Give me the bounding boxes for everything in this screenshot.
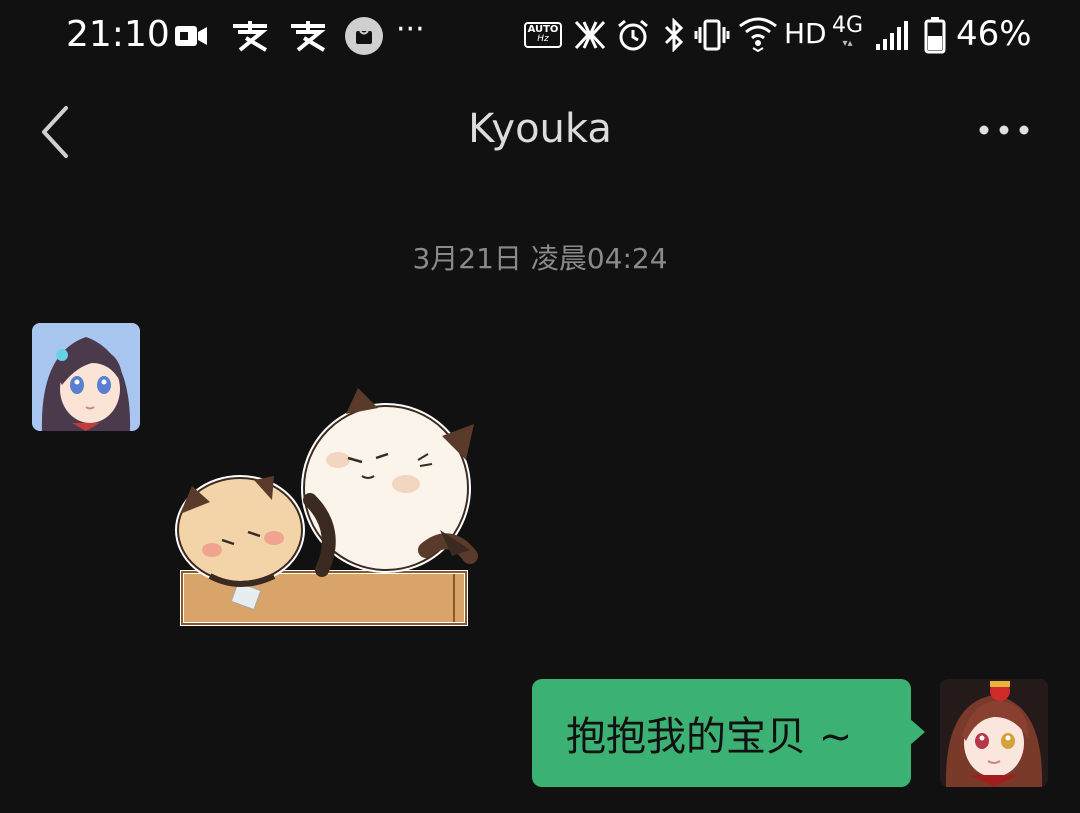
bluetooth-icon [664,18,684,52]
alipay-icon [291,21,326,52]
network-label: 4G [832,13,864,38]
video-record-icon [175,26,207,46]
x-boost-icon [574,20,606,50]
hd-label: HD [784,17,827,50]
status-bar: 21:10 ··· AUTO Hz HD 4G ▾▴ 46% [0,0,1080,76]
more-options-icon[interactable] [976,118,1032,142]
contact-avatar[interactable] [32,323,140,431]
chat-title: Kyouka [468,106,612,152]
more-notifications-icon: ··· [396,12,425,47]
data-arrows-icon: ▾▴ [842,38,853,49]
chat-header: Kyouka [0,76,1080,186]
message-timestamp: 3月21日 凌晨04:24 [412,242,668,275]
alipay-icon [233,21,268,52]
alarm-icon [618,19,648,51]
shopping-bag-icon [345,17,383,55]
battery-percent: 46% [956,14,1032,54]
auto-refresh-icon: AUTO Hz [524,22,562,48]
wifi-icon [739,17,777,52]
status-time: 21:10 [66,14,170,55]
bubble-tail [909,718,925,746]
signal-strength-icon [876,21,908,50]
sent-message-bubble[interactable]: 抱抱我的宝贝 ~ [532,679,911,787]
hz-label: Hz [537,34,549,44]
network-type-icon: 4G ▾▴ [832,14,863,50]
sticker-message[interactable] [170,380,500,630]
message-text: 抱抱我的宝贝 ~ [566,714,853,760]
self-avatar[interactable] [940,679,1048,787]
battery-icon [924,17,946,54]
vibrate-icon [694,19,730,51]
